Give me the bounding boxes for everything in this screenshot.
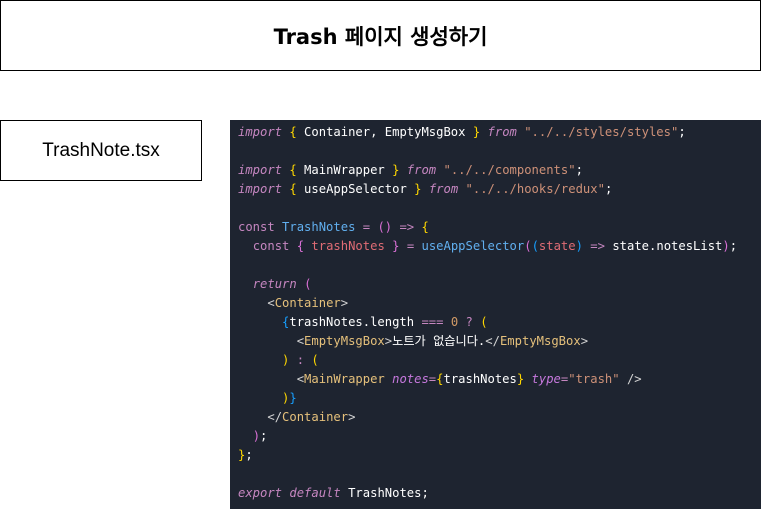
code-line-20: export default TrashNotes; [238,486,429,500]
code-line-14: <MainWrapper notes={trashNotes} type="tr… [296,372,642,386]
page-title: Trash 페이지 생성하기 [273,24,488,49]
code-line-4: import { useAppSelector } from "../../ho… [238,182,613,196]
empty-message-text: 노트가 없습니다. [392,334,486,348]
import-path-hooks: "../../hooks/redux" [465,182,605,196]
code-line-10: <Container> [267,296,349,310]
code-line-9: return ( [252,277,312,291]
file-name-label: TrashNote.tsx [42,139,160,161]
import-path-styles: "../../styles/styles" [524,125,679,139]
code-line-16: </Container> [267,410,356,424]
code-line-15: )} [282,391,297,405]
code-line-12: <EmptyMsgBox>노트가 없습니다.</EmptyMsgBox> [296,334,589,348]
code-line-17: ); [252,429,268,443]
code-line-1: import { Container, EmptyMsgBox } from "… [238,125,686,139]
import-path-components: "../../components" [443,163,576,177]
code-block: import { Container, EmptyMsgBox } from "… [230,120,761,509]
code-line-13: ) : ( [282,353,319,367]
type-value: "trash" [568,372,620,386]
code-line-7: const { trashNotes } = useAppSelector((s… [252,239,738,253]
code-line-18: }; [238,448,253,462]
code-line-6: const TrashNotes = () => { [238,220,429,234]
code-line-3: import { MainWrapper } from "../../compo… [238,163,583,177]
title-banner: Trash 페이지 생성하기 [0,0,761,71]
file-name-box: TrashNote.tsx [0,120,202,181]
code-line-11: {trashNotes.length === 0 ? ( [282,315,488,329]
